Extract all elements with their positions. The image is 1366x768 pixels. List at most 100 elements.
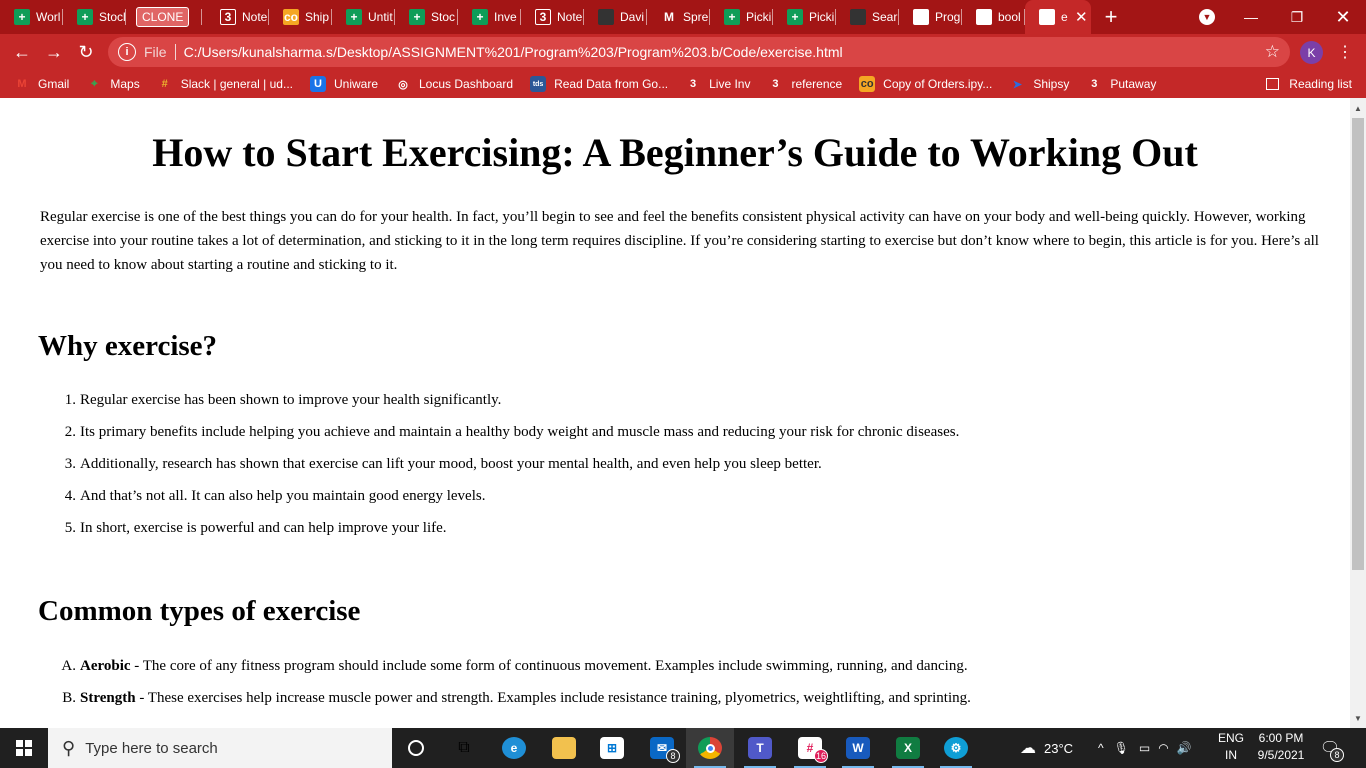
taskbar-slack[interactable]: #16 (786, 728, 834, 768)
bookmark-item[interactable]: ⌖ Maps (86, 76, 139, 92)
scheme-label: File (144, 44, 167, 60)
bookmark-star-icon[interactable]: ☆ (1265, 42, 1280, 62)
scroll-up-icon[interactable]: ▲ (1350, 100, 1366, 116)
page-scrollbar[interactable]: ▲ ▼ (1350, 98, 1366, 728)
list-item-term: Strength (80, 690, 136, 706)
slack-icon: # (161, 78, 168, 90)
taskbar-chrome[interactable] (686, 728, 734, 768)
scrollbar-thumb[interactable] (1352, 118, 1364, 570)
list-item-text: And that’s not all. It can also help you… (80, 488, 486, 504)
taskbar-search[interactable]: ⚲ Type here to search (48, 728, 392, 768)
browser-menu-icon[interactable]: ⋮ (1337, 38, 1353, 66)
restore-button[interactable]: ❐ (1274, 0, 1320, 34)
bookmarks-bar: M Gmail ⌖ Maps # Slack | general | ud... U Uniw… (0, 70, 1366, 98)
tab-strip: + Worl + Stocl CLONE 3 Note co Ship + Untit + Stoc + I… (0, 0, 1366, 34)
tab-label: bool (998, 10, 1021, 24)
info-icon[interactable]: i (118, 43, 136, 61)
bookmark-label: Putaway (1110, 77, 1157, 91)
browser-tab[interactable]: M Spre (647, 0, 710, 34)
browser-tab[interactable]: + Stocl (63, 0, 126, 34)
minimize-button[interactable]: — (1228, 0, 1274, 34)
sheets-icon: + (409, 9, 425, 25)
notebook-icon: 3 (772, 78, 779, 90)
tab-label: Untit (368, 10, 393, 24)
list-item-text: Additionally, research has shown that ex… (80, 456, 822, 472)
notification-center[interactable]: 🗨 8 (1318, 736, 1344, 762)
reading-list-button[interactable]: Reading list (1266, 70, 1352, 98)
browser-tab[interactable]: Sear (836, 0, 899, 34)
microphone-icon[interactable]: 🎙 (1114, 741, 1129, 755)
taskbar-store[interactable]: ⊞ (588, 728, 636, 768)
weather-temp: 23°C (1044, 740, 1074, 756)
bookmark-item[interactable]: M Gmail (14, 76, 69, 92)
bookmark-item[interactable]: 3 Putaway (1086, 76, 1156, 92)
sheets-icon: + (472, 9, 488, 25)
browser-tab[interactable]: + Untit (332, 0, 395, 34)
list-item-text: - These exercises help increase muscle p… (135, 690, 971, 706)
bookmark-item[interactable]: 3 reference (767, 76, 842, 92)
close-window-button[interactable]: ✕ (1320, 0, 1366, 34)
teams-icon: T (748, 737, 772, 759)
taskbar-word[interactable]: W (834, 728, 882, 768)
bookmark-item[interactable]: # Slack | general | ud... (157, 76, 293, 92)
browser-tab[interactable]: ◉ e ✕ (1025, 0, 1091, 34)
bookmark-item[interactable]: tds Read Data from Go... (530, 76, 668, 92)
taskbar-mail[interactable]: ✉ 8 (638, 728, 686, 768)
tab-label: Worl (36, 10, 61, 24)
wifi-icon[interactable]: ◠ (1158, 741, 1168, 755)
list-item: A. Aerobic - The core of any fitness prog… (40, 656, 971, 688)
taskbar-app[interactable]: ⚙ (932, 728, 980, 768)
task-view-button[interactable]: ⧉ (440, 728, 488, 768)
browser-tab[interactable]: + Picki (773, 0, 836, 34)
cortana-button[interactable] (392, 728, 440, 768)
browser-tab[interactable]: + Inve (458, 0, 521, 34)
profile-avatar[interactable]: K (1300, 41, 1323, 64)
taskbar-edge[interactable]: e (490, 728, 538, 768)
browser-tab[interactable]: + Worl (0, 0, 63, 34)
why-heading: Why exercise? (38, 330, 218, 362)
browser-tab[interactable]: + Picki (710, 0, 773, 34)
browser-tab[interactable]: CLONE (126, 0, 206, 34)
forward-button[interactable]: → (38, 36, 70, 68)
browser-tab[interactable]: co Ship (269, 0, 332, 34)
browser-tab[interactable]: + Stoc (395, 0, 458, 34)
bookmark-item[interactable]: ➤ Shipsy (1009, 76, 1070, 92)
tab-search-button[interactable]: ▼ (1184, 0, 1230, 34)
browser-tab[interactable]: ◉ Prog (899, 0, 962, 34)
scroll-down-icon[interactable]: ▼ (1350, 710, 1366, 726)
new-tab-button[interactable]: + (1091, 0, 1131, 34)
url-text[interactable]: C:/Users/kunalsharma.s/Desktop/ASSIGNMEN… (184, 44, 843, 60)
bookmark-item[interactable]: U Uniware (309, 76, 378, 92)
bookmark-item[interactable]: ◎ Locus Dashboard (395, 76, 513, 92)
taskbar-excel[interactable]: X (884, 728, 932, 768)
reload-button[interactable]: ↻ (70, 36, 102, 68)
bookmark-item[interactable]: co Copy of Orders.ipy... (859, 76, 992, 92)
bookmark-item[interactable]: 3 Live Inv (685, 76, 750, 92)
volume-icon[interactable]: 🔊 (1177, 741, 1192, 755)
browser-tab[interactable]: ◉ bool (962, 0, 1025, 34)
battery-icon[interactable]: ▭ (1139, 741, 1150, 755)
tab-label: Picki (809, 10, 835, 24)
shipsy-icon: ➤ (1012, 78, 1022, 91)
language-indicator[interactable]: ENG IN (1214, 730, 1248, 764)
taskbar-explorer[interactable] (540, 728, 588, 768)
tab-label: Stoc (431, 10, 456, 24)
notebook-icon: 3 (1091, 78, 1098, 90)
chevron-up-icon[interactable]: ^ (1098, 741, 1104, 755)
address-bar[interactable]: i File C:/Users/kunalsharma.s/Desktop/AS… (108, 37, 1290, 67)
browser-tab[interactable]: 3 Note (206, 0, 269, 34)
browser-tab[interactable]: Davi (584, 0, 647, 34)
slack-badge: 16 (814, 749, 828, 763)
taskbar-teams[interactable]: T (736, 728, 784, 768)
close-tab-icon[interactable]: ✕ (1075, 8, 1088, 26)
start-button[interactable] (0, 728, 48, 768)
browser-tab[interactable]: 3 Note (521, 0, 584, 34)
taskbar-clock[interactable]: 6:00 PM 9/5/2021 (1252, 730, 1310, 764)
back-button[interactable]: ← (6, 36, 38, 68)
tab-label: Note (557, 10, 583, 24)
reading-list-label: Reading list (1289, 77, 1352, 91)
tab-label: Picki (746, 10, 772, 24)
weather-widget[interactable]: ☁ 23°C (1020, 728, 1073, 768)
lang-code: ENG (1217, 731, 1244, 745)
list-marker: A. (61, 658, 76, 674)
